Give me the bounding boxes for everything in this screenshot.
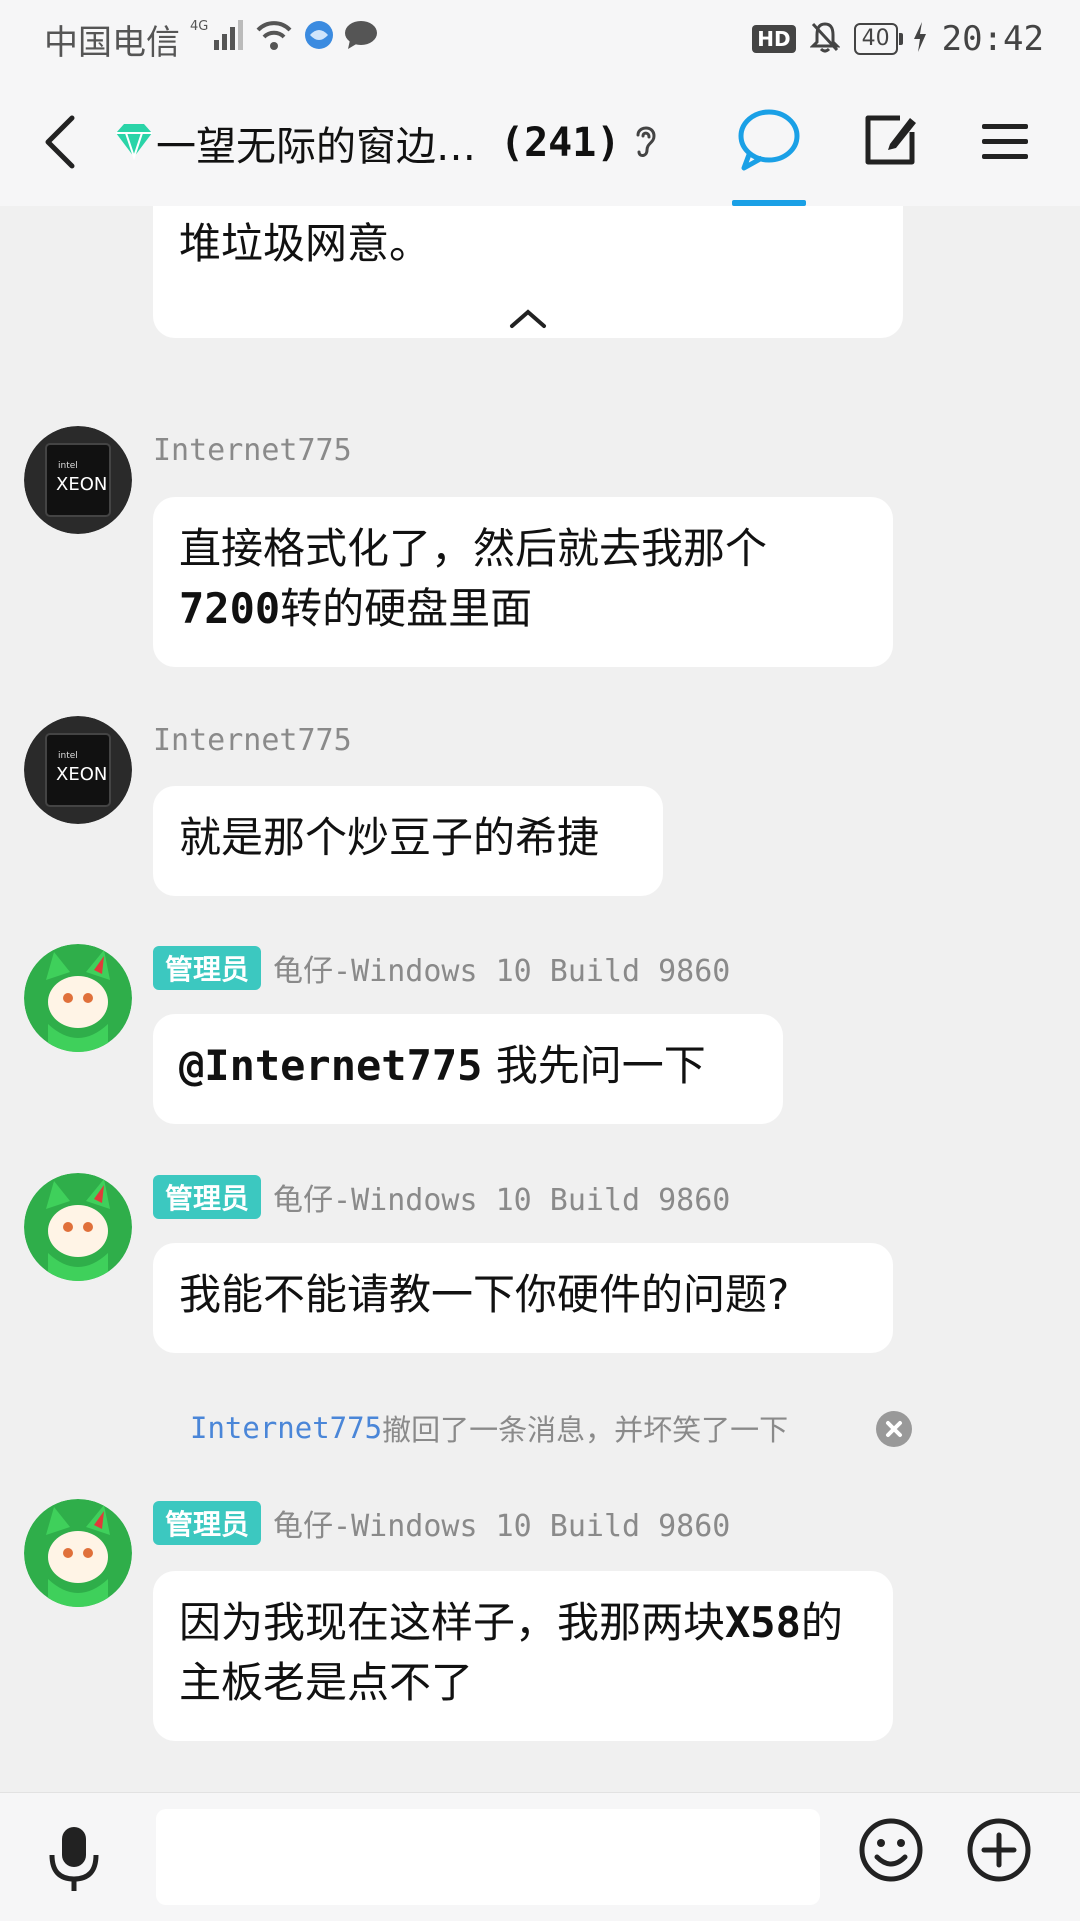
avatar[interactable]: intel XEON xyxy=(24,716,132,824)
chevron-left-icon xyxy=(45,115,75,169)
admin-badge: 管理员 xyxy=(153,1501,262,1545)
message-number: 7200 xyxy=(179,584,281,633)
cat-avatar-icon xyxy=(24,944,132,1052)
cat-avatar-icon xyxy=(24,1499,132,1607)
message-bubble[interactable]: 因为我现在这样子，我那两块X58的主板老是点不了 xyxy=(153,1571,893,1741)
message-text: 直接格式化了，然后就去我那个 xyxy=(179,524,768,573)
message-model: X58 xyxy=(725,1598,801,1647)
message-bubble[interactable]: 直接格式化了，然后就去我那个 7200转的硬盘里面 xyxy=(153,497,893,667)
message-text: 我能不能请教一下你硬件的问题? xyxy=(179,1270,790,1319)
sender-name[interactable]: 管理员 龟仔-Windows 10 Build 9860 xyxy=(153,1175,730,1219)
avatar[interactable] xyxy=(24,1499,132,1607)
message-bubble[interactable]: 就是那个炒豆子的希捷 xyxy=(153,786,663,896)
battery-indicator: 40 xyxy=(853,23,903,55)
edit-button[interactable] xyxy=(860,110,920,170)
close-icon xyxy=(886,1421,902,1437)
emoji-icon xyxy=(859,1818,923,1882)
menu-button[interactable] xyxy=(978,114,1034,170)
avatar-brand: intel xyxy=(58,751,78,761)
system-notice: Internet775 撤回了一条消息，并坏笑了一下 xyxy=(190,1406,788,1450)
voice-button[interactable] xyxy=(46,1823,102,1893)
sender-name[interactable]: 管理员 龟仔-Windows 10 Build 9860 xyxy=(153,1501,730,1545)
message-bubble[interactable]: 我能不能请教一下你硬件的问题? xyxy=(153,1243,893,1353)
status-left: 中国电信 4G xyxy=(44,14,378,64)
dismiss-notice-button[interactable] xyxy=(876,1411,912,1447)
status-bar: 中国电信 4G HD 40 20:42 xyxy=(0,0,1080,78)
clock: 20:42 xyxy=(941,19,1044,59)
input-bar xyxy=(0,1792,1080,1921)
microphone-icon xyxy=(49,1827,99,1891)
emoji-button[interactable] xyxy=(858,1817,924,1883)
avatar[interactable] xyxy=(24,944,132,1052)
wifi-icon xyxy=(254,18,294,61)
avatar[interactable] xyxy=(24,1173,132,1281)
charging-icon xyxy=(912,21,928,57)
hd-badge: HD xyxy=(752,25,796,53)
message-text: 我先问一下 xyxy=(482,1041,706,1090)
diamond-icon xyxy=(112,121,156,165)
network-type: 4G xyxy=(190,19,208,34)
message-text: 就是那个炒豆子的希捷 xyxy=(179,813,600,862)
plus-circle-icon xyxy=(967,1818,1031,1882)
sender-name[interactable]: Internet775 xyxy=(153,720,352,760)
bell-off-icon xyxy=(809,21,841,57)
avatar[interactable]: intel XEON xyxy=(24,426,132,534)
xeon-avatar-icon: intel XEON xyxy=(24,426,132,534)
title-area[interactable]: 一望无际的窗边… (241) xyxy=(112,108,660,178)
more-button[interactable] xyxy=(966,1817,1032,1883)
system-notice-user[interactable]: Internet775 xyxy=(190,1411,382,1445)
message-list[interactable]: 堆垃圾网意。 intel XEON Internet775 直接格式化了，然后就… xyxy=(0,206,1080,1792)
browser-app-icon xyxy=(304,19,334,59)
message-input[interactable] xyxy=(156,1809,820,1905)
chevron-up-icon xyxy=(510,309,546,328)
edit-icon xyxy=(865,115,916,165)
signal-icon: 4G xyxy=(190,18,244,61)
message-bubble[interactable]: @Internet775 我先问一下 xyxy=(153,1014,783,1124)
chat-header: 一望无际的窗边… (241) xyxy=(0,78,1080,206)
admin-badge: 管理员 xyxy=(153,946,262,990)
xeon-avatar-icon: intel XEON xyxy=(24,716,132,824)
chat-bubble-icon xyxy=(738,109,800,171)
collapse-button[interactable] xyxy=(508,288,548,348)
sender-name[interactable]: Internet775 xyxy=(153,430,352,470)
sender-name[interactable]: 管理员 龟仔-Windows 10 Build 9860 xyxy=(153,946,730,990)
message-text: 转的硬盘里面 xyxy=(280,584,533,633)
chat-app-icon xyxy=(344,19,378,59)
avatar-text: XEON xyxy=(56,474,107,495)
message-bubble[interactable]: 堆垃圾网意。 xyxy=(153,206,903,338)
hamburger-icon xyxy=(982,124,1028,159)
admin-badge: 管理员 xyxy=(153,1175,262,1219)
carrier-name: 中国电信 xyxy=(44,22,180,63)
back-button[interactable] xyxy=(34,110,94,174)
group-title: 一望无际的窗边… xyxy=(156,124,476,170)
cat-avatar-icon xyxy=(24,1173,132,1281)
member-count: (241) xyxy=(500,120,621,166)
status-right: HD 40 20:42 xyxy=(752,14,1044,64)
message-text: 堆垃圾网意。 xyxy=(179,219,432,268)
mention[interactable]: @Internet775 xyxy=(179,1041,482,1090)
message-text: 因为我现在这样子，我那两块 xyxy=(179,1598,726,1647)
avatar-text: XEON xyxy=(56,764,107,785)
ear-icon[interactable] xyxy=(630,121,660,165)
chat-tab[interactable] xyxy=(732,106,806,206)
system-notice-text: 撤回了一条消息，并坏笑了一下 xyxy=(382,1413,789,1447)
avatar-brand: intel xyxy=(58,461,78,471)
